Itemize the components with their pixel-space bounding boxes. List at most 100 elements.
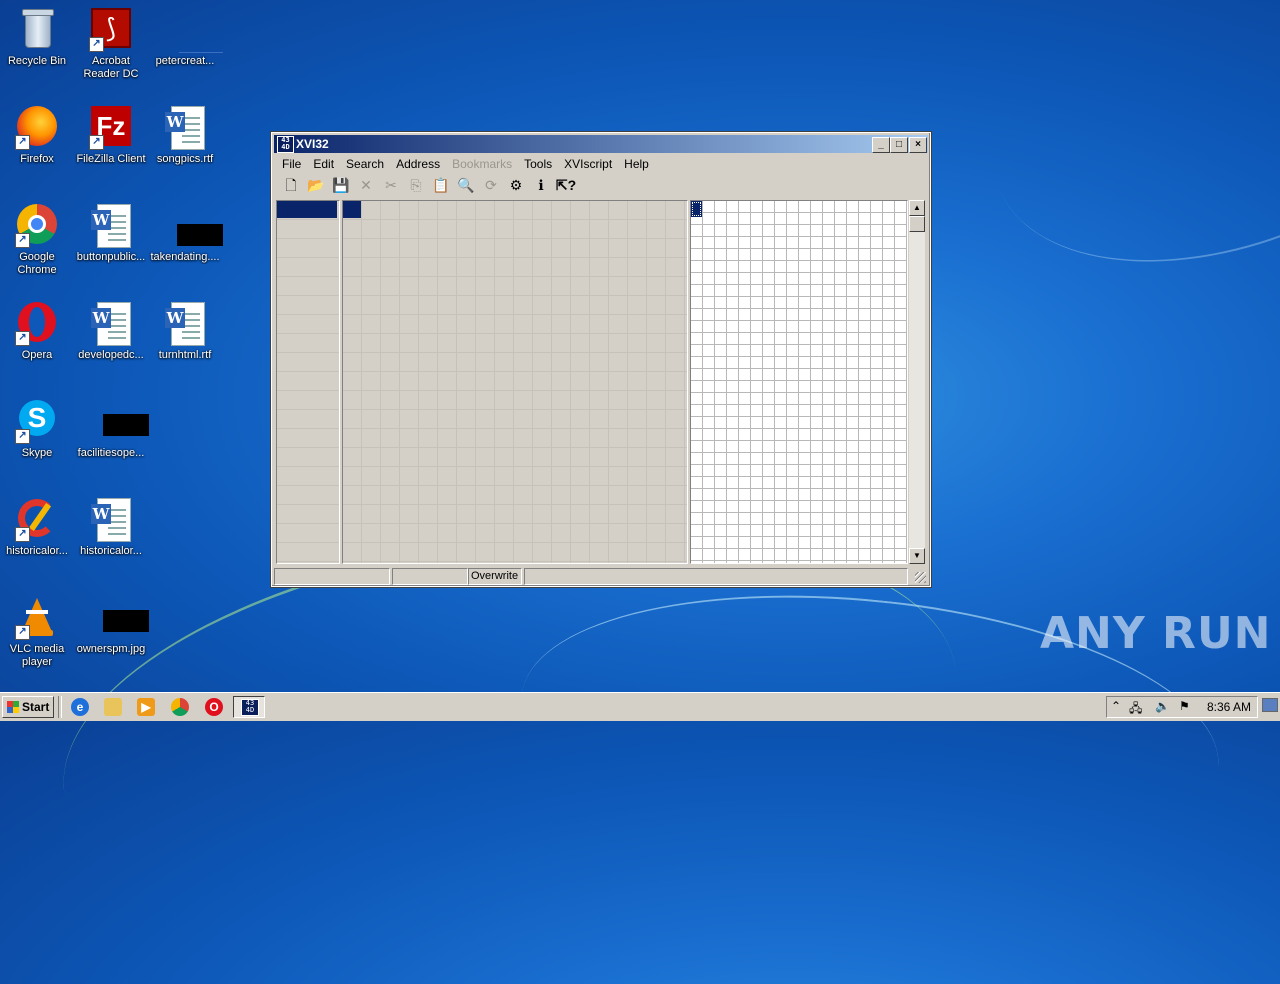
paste-icon: 📋: [432, 177, 450, 193]
ccleaner-icon: ↗: [15, 498, 59, 542]
word-doc-icon: W: [89, 498, 133, 542]
desktop-icon-recycle-bin[interactable]: Recycle Bin: [0, 8, 74, 68]
tray-expand-icon[interactable]: ⌃: [1111, 699, 1121, 713]
desktop-icon-label: Skype: [21, 447, 53, 459]
desktop-icon-turnhtml[interactable]: W turnhtml.rtf: [148, 302, 222, 362]
find-icon: 🔍: [457, 177, 475, 193]
black-thumbnail-icon: [163, 204, 223, 248]
maximize-button[interactable]: □: [890, 137, 908, 153]
scroll-thumb[interactable]: [909, 216, 925, 232]
xvi32-window[interactable]: 43 4D XVI32 _ □ × File Edit Search Address B…: [270, 131, 932, 588]
menu-tools[interactable]: Tools: [518, 155, 558, 173]
watermark-text: ANY RUN: [1040, 608, 1272, 659]
desktop-icon-label: historicalor...: [80, 545, 142, 557]
desktop-icon-buttonpublic[interactable]: W buttonpublic...: [74, 204, 148, 264]
volume-icon[interactable]: 🔈: [1155, 699, 1170, 713]
desktop-icon-takendating[interactable]: takendating....: [148, 204, 223, 264]
xvi32-app-icon[interactable]: 43 4D: [277, 136, 294, 153]
status-cell-position: [274, 568, 390, 585]
desktop-icon-label: Opera: [21, 349, 53, 361]
desktop-icon-vlc[interactable]: ↗ VLC media player: [0, 596, 74, 669]
menu-edit[interactable]: Edit: [307, 155, 340, 173]
filezilla-icon: Fz ↗: [89, 106, 133, 150]
hex-pane[interactable]: [342, 200, 688, 564]
taskbar-item-xvi32[interactable]: 43 4D: [233, 696, 265, 718]
desktop-icon-facilitiesope[interactable]: facilitiesope...: [74, 400, 149, 460]
vertical-scrollbar[interactable]: ▲ ▼: [909, 200, 925, 564]
context-help-icon[interactable]: ⇱?: [555, 175, 577, 195]
resize-grip-icon[interactable]: [915, 572, 926, 583]
status-mode: Overwrite: [468, 568, 522, 585]
desktop-icon-label: turnhtml.rtf: [158, 349, 212, 361]
explorer-icon[interactable]: [104, 698, 122, 716]
desktop-icon-developedc[interactable]: W developedc...: [74, 302, 148, 362]
menu-help[interactable]: Help: [618, 155, 655, 173]
clock[interactable]: 8:36 AM: [1207, 697, 1251, 717]
firefox-icon: ↗: [15, 106, 59, 150]
text-pane[interactable]: [690, 200, 908, 564]
hex-cursor: [343, 201, 361, 218]
recycle-bin-icon: [15, 8, 59, 52]
scroll-up-arrow-icon[interactable]: ▲: [909, 200, 925, 216]
minimize-button[interactable]: _: [872, 137, 890, 153]
vlc-icon: ↗: [15, 596, 59, 640]
media-player-icon[interactable]: ▶: [137, 698, 155, 716]
status-cell-value: [392, 568, 468, 585]
desktop-icon-label: facilitiesope...: [77, 447, 145, 459]
ie-icon[interactable]: e: [71, 698, 89, 716]
menu-address[interactable]: Address: [390, 155, 446, 173]
desktop-icon-label: buttonpublic...: [76, 251, 146, 263]
new-file-icon[interactable]: 🗋: [280, 175, 302, 195]
desktop-icon-label: Acrobat Reader DC: [83, 55, 139, 80]
taskbar-separator: [58, 696, 62, 718]
menu-xviscript[interactable]: XVIscript: [558, 155, 618, 173]
scroll-down-arrow-icon[interactable]: ▼: [909, 548, 925, 564]
desktop-icon-filezilla[interactable]: Fz ↗ FileZilla Client: [74, 106, 148, 166]
title-bar[interactable]: 43 4D XVI32 _ □ ×: [274, 135, 928, 153]
desktop-icon-acrobat[interactable]: ⟆ ↗ Acrobat Reader DC: [74, 8, 148, 81]
desktop-icon-label: songpics.rtf: [156, 153, 214, 165]
chrome-icon: ↗: [15, 204, 59, 248]
start-label: Start: [22, 700, 50, 714]
address-pane[interactable]: [276, 200, 340, 564]
action-center-flag-icon[interactable]: ⚑: [1179, 699, 1190, 713]
desktop-icon-label: FileZilla Client: [76, 153, 146, 165]
file-icon: [163, 8, 223, 53]
cut-icon: ✂: [385, 177, 397, 193]
replace-icon: ⟳: [485, 177, 497, 193]
address-selection: [277, 201, 337, 218]
close-button[interactable]: ×: [909, 137, 927, 153]
info-icon[interactable]: ℹ: [530, 175, 552, 195]
desktop-icon-label: developedc...: [78, 349, 144, 361]
desktop-icon-songpics[interactable]: W songpics.rtf: [148, 106, 222, 166]
acrobat-icon: ⟆ ↗: [89, 8, 133, 52]
desktop-icon-skype[interactable]: S ↗ Skype: [0, 400, 74, 460]
chrome-icon[interactable]: [171, 698, 189, 716]
desktop-icon-petercreat[interactable]: petercreat...: [148, 8, 223, 68]
desktop-icon-ownerspm[interactable]: ownerspm.jpg: [74, 596, 149, 656]
word-doc-icon: W: [163, 302, 207, 346]
open-folder-icon[interactable]: 📂: [305, 175, 327, 195]
opera-icon[interactable]: O: [205, 698, 223, 716]
windows-logo-icon: [7, 701, 19, 713]
desktop-icon-label: ownerspm.jpg: [76, 643, 146, 655]
settings-icon[interactable]: ⚙: [505, 175, 527, 195]
desktop-icon-firefox[interactable]: ↗ Firefox: [0, 106, 74, 166]
word-doc-icon: W: [89, 204, 133, 248]
wallpaper-swoosh: [942, 0, 1280, 329]
menu-search[interactable]: Search: [340, 155, 390, 173]
desktop-icon-label: VLC media player: [9, 643, 65, 668]
close-file-icon: ✕: [360, 177, 372, 193]
skype-icon: S ↗: [15, 400, 59, 444]
menu-file[interactable]: File: [276, 155, 307, 173]
network-icon[interactable]: 🖧: [1129, 699, 1142, 720]
start-button[interactable]: Start: [2, 696, 54, 718]
status-cell-info: [524, 568, 908, 585]
desktop-icon-historicalor[interactable]: W historicalor...: [74, 498, 148, 558]
desktop-icon-google-chrome[interactable]: ↗ Google Chrome: [0, 204, 74, 277]
desktop-icon-opera[interactable]: ↗ Opera: [0, 302, 74, 362]
desktop-icon-ccleaner[interactable]: ↗ historicalor...: [0, 498, 74, 558]
anyrun-watermark: ANY RUN: [1040, 608, 1272, 659]
show-desktop-button[interactable]: [1262, 698, 1278, 712]
black-thumbnail-icon: [89, 400, 149, 444]
